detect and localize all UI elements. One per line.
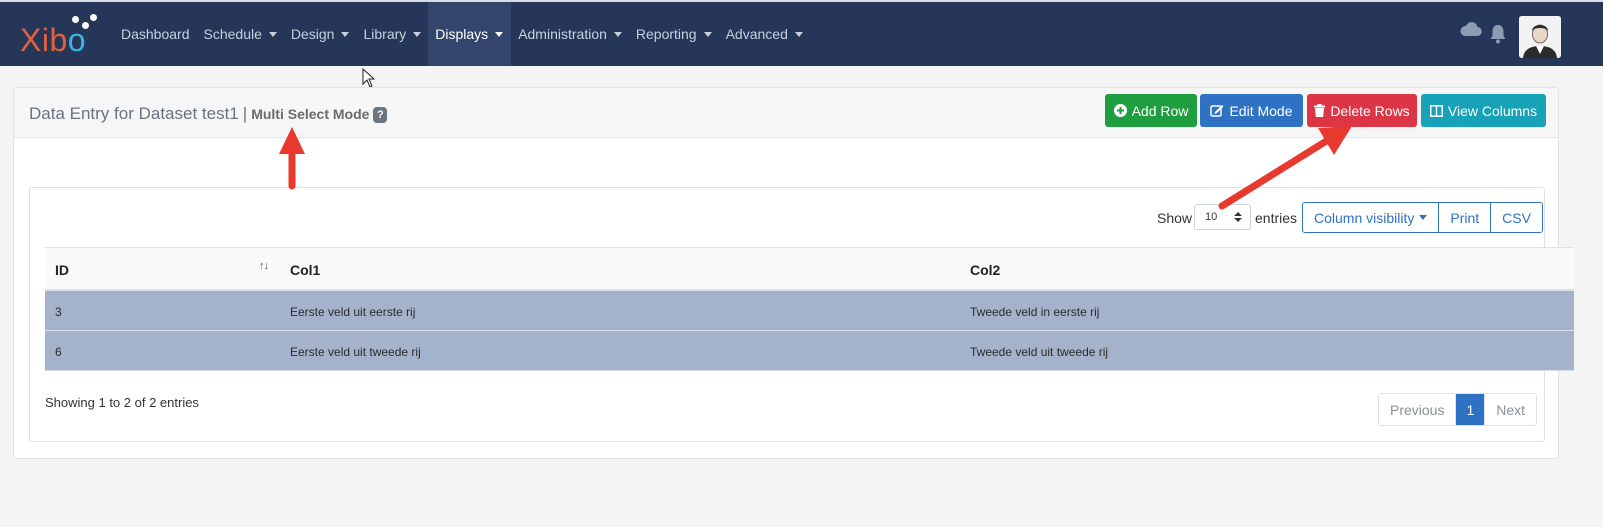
add-row-button[interactable]: Add Row: [1105, 94, 1197, 127]
column-header-col1[interactable]: Col1: [290, 262, 320, 278]
multi-select-mode-label: Multi Select Mode: [251, 106, 370, 122]
table-row[interactable]: 3 Eerste veld uit eerste rij Tweede veld…: [45, 291, 1574, 331]
cloud-icon[interactable]: [1460, 21, 1482, 37]
cell-col2: Tweede veld uit tweede rij: [970, 345, 1109, 359]
table-info: Showing 1 to 2 of 2 entries: [45, 395, 199, 410]
nav-library[interactable]: Library: [356, 2, 428, 66]
datatable-panel: Show 10 entries Column visibility Print …: [29, 187, 1574, 442]
edit-mode-button[interactable]: Edit Mode: [1200, 94, 1303, 127]
cell-col1: Eerste veld uit eerste rij: [290, 305, 416, 319]
chevron-down-icon: [341, 31, 350, 37]
nav-displays[interactable]: Displays: [428, 2, 512, 66]
entries-label: entries: [1255, 210, 1298, 226]
card-header: Data Entry for Dataset test1 | Multi Selec…: [14, 88, 1558, 138]
cell-col2: Tweede veld in eerste rij: [970, 305, 1100, 319]
nav-reporting[interactable]: Reporting: [629, 2, 719, 66]
cell-col1: Eerste veld uit tweede rij: [290, 345, 421, 359]
chevron-down-icon: [495, 31, 504, 37]
top-navbar: Xibo Dashboard Schedule Design Library D…: [0, 0, 1603, 66]
pagination: Previous 1 Next: [1378, 393, 1538, 426]
chevron-down-icon: [703, 31, 712, 37]
table-header: ID ↑↓ Col1 Col2: [45, 247, 1574, 291]
table-row[interactable]: 6 Eerste veld uit tweede rij Tweede veld…: [45, 331, 1574, 371]
nav-administration[interactable]: Administration: [511, 2, 629, 66]
csv-button[interactable]: CSV: [1490, 203, 1542, 232]
chevron-down-icon: [794, 31, 803, 37]
main-nav: Dashboard Schedule Design Library Displa…: [114, 2, 810, 66]
nav-advanced[interactable]: Advanced: [719, 2, 810, 66]
print-button[interactable]: Print: [1438, 203, 1491, 232]
view-columns-button[interactable]: View Columns: [1421, 94, 1546, 127]
cell-id: 3: [55, 305, 62, 319]
delete-rows-button[interactable]: Delete Rows: [1307, 94, 1417, 127]
pagination-page-1[interactable]: 1: [1455, 394, 1485, 425]
sort-updown-icon: [1234, 212, 1242, 222]
chevron-down-icon: [413, 31, 422, 37]
cell-id: 6: [55, 345, 62, 359]
chevron-down-icon: [613, 31, 622, 37]
show-label: Show: [1157, 210, 1193, 226]
user-avatar-icon: [1519, 16, 1561, 58]
chevron-down-icon: [268, 31, 277, 37]
trash-icon: [1314, 104, 1326, 117]
table-export-buttons: Column visibility Print CSV: [1302, 202, 1543, 233]
mouse-cursor-icon: [362, 68, 376, 88]
dataset-table: ID ↑↓ Col1 Col2 3 Eerste veld uit eerste…: [45, 247, 1574, 371]
nav-design[interactable]: Design: [284, 2, 357, 66]
columns-icon: [1429, 104, 1443, 117]
column-header-col2[interactable]: Col2: [970, 262, 1000, 278]
page-length-select[interactable]: 10: [1194, 204, 1251, 230]
pagination-previous[interactable]: Previous: [1379, 394, 1456, 425]
nav-dashboard[interactable]: Dashboard: [114, 2, 197, 66]
sort-icon[interactable]: ↑↓: [259, 260, 269, 272]
avatar[interactable]: [1519, 16, 1561, 58]
help-icon[interactable]: ?: [373, 107, 388, 123]
pagination-next[interactable]: Next: [1484, 394, 1537, 425]
nav-schedule[interactable]: Schedule: [197, 2, 284, 66]
edit-icon: [1210, 105, 1224, 117]
page-title: Data Entry for Dataset test1 | Multi Selec…: [29, 104, 388, 124]
logo-wordmark: Xibo: [20, 22, 87, 58]
xibo-logo[interactable]: Xibo: [20, 14, 100, 58]
column-visibility-button[interactable]: Column visibility: [1303, 203, 1439, 232]
column-header-id[interactable]: ID: [55, 262, 69, 278]
title-separator: |: [242, 104, 248, 123]
chevron-down-icon: [1419, 215, 1428, 220]
plus-circle-icon: [1113, 104, 1127, 117]
bell-icon[interactable]: [1489, 24, 1507, 44]
dataset-title: Data Entry for Dataset test1: [29, 104, 239, 123]
dataset-data-card: Data Entry for Dataset test1 | Multi Selec…: [13, 87, 1574, 459]
